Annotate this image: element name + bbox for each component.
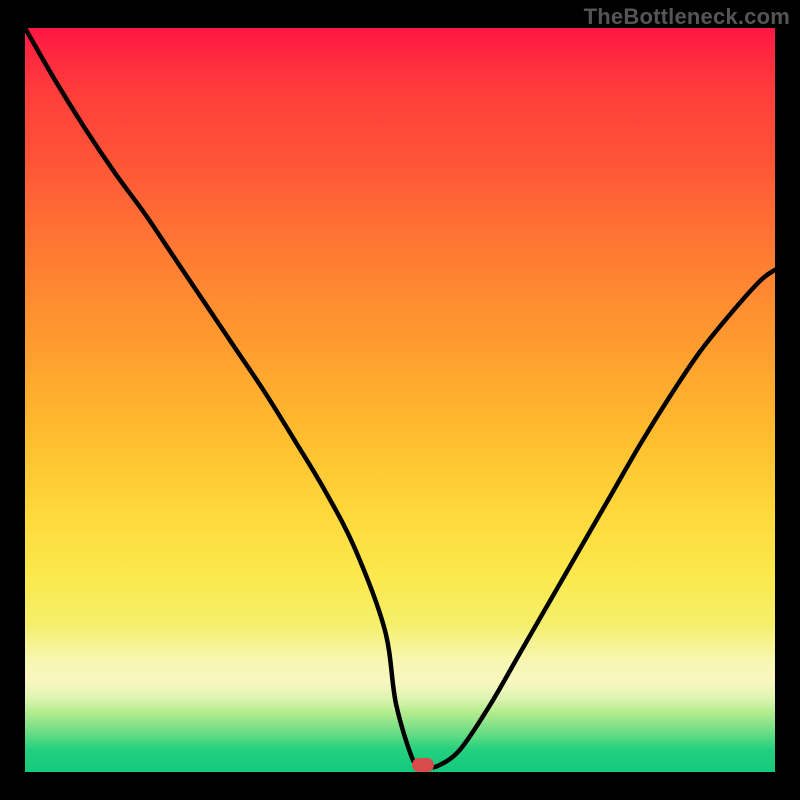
chart-plot-area xyxy=(25,28,775,772)
min-marker xyxy=(412,758,434,772)
watermark-text: TheBottleneck.com xyxy=(584,4,790,30)
page-root: TheBottleneck.com xyxy=(0,0,800,800)
bottleneck-curve xyxy=(25,28,775,772)
